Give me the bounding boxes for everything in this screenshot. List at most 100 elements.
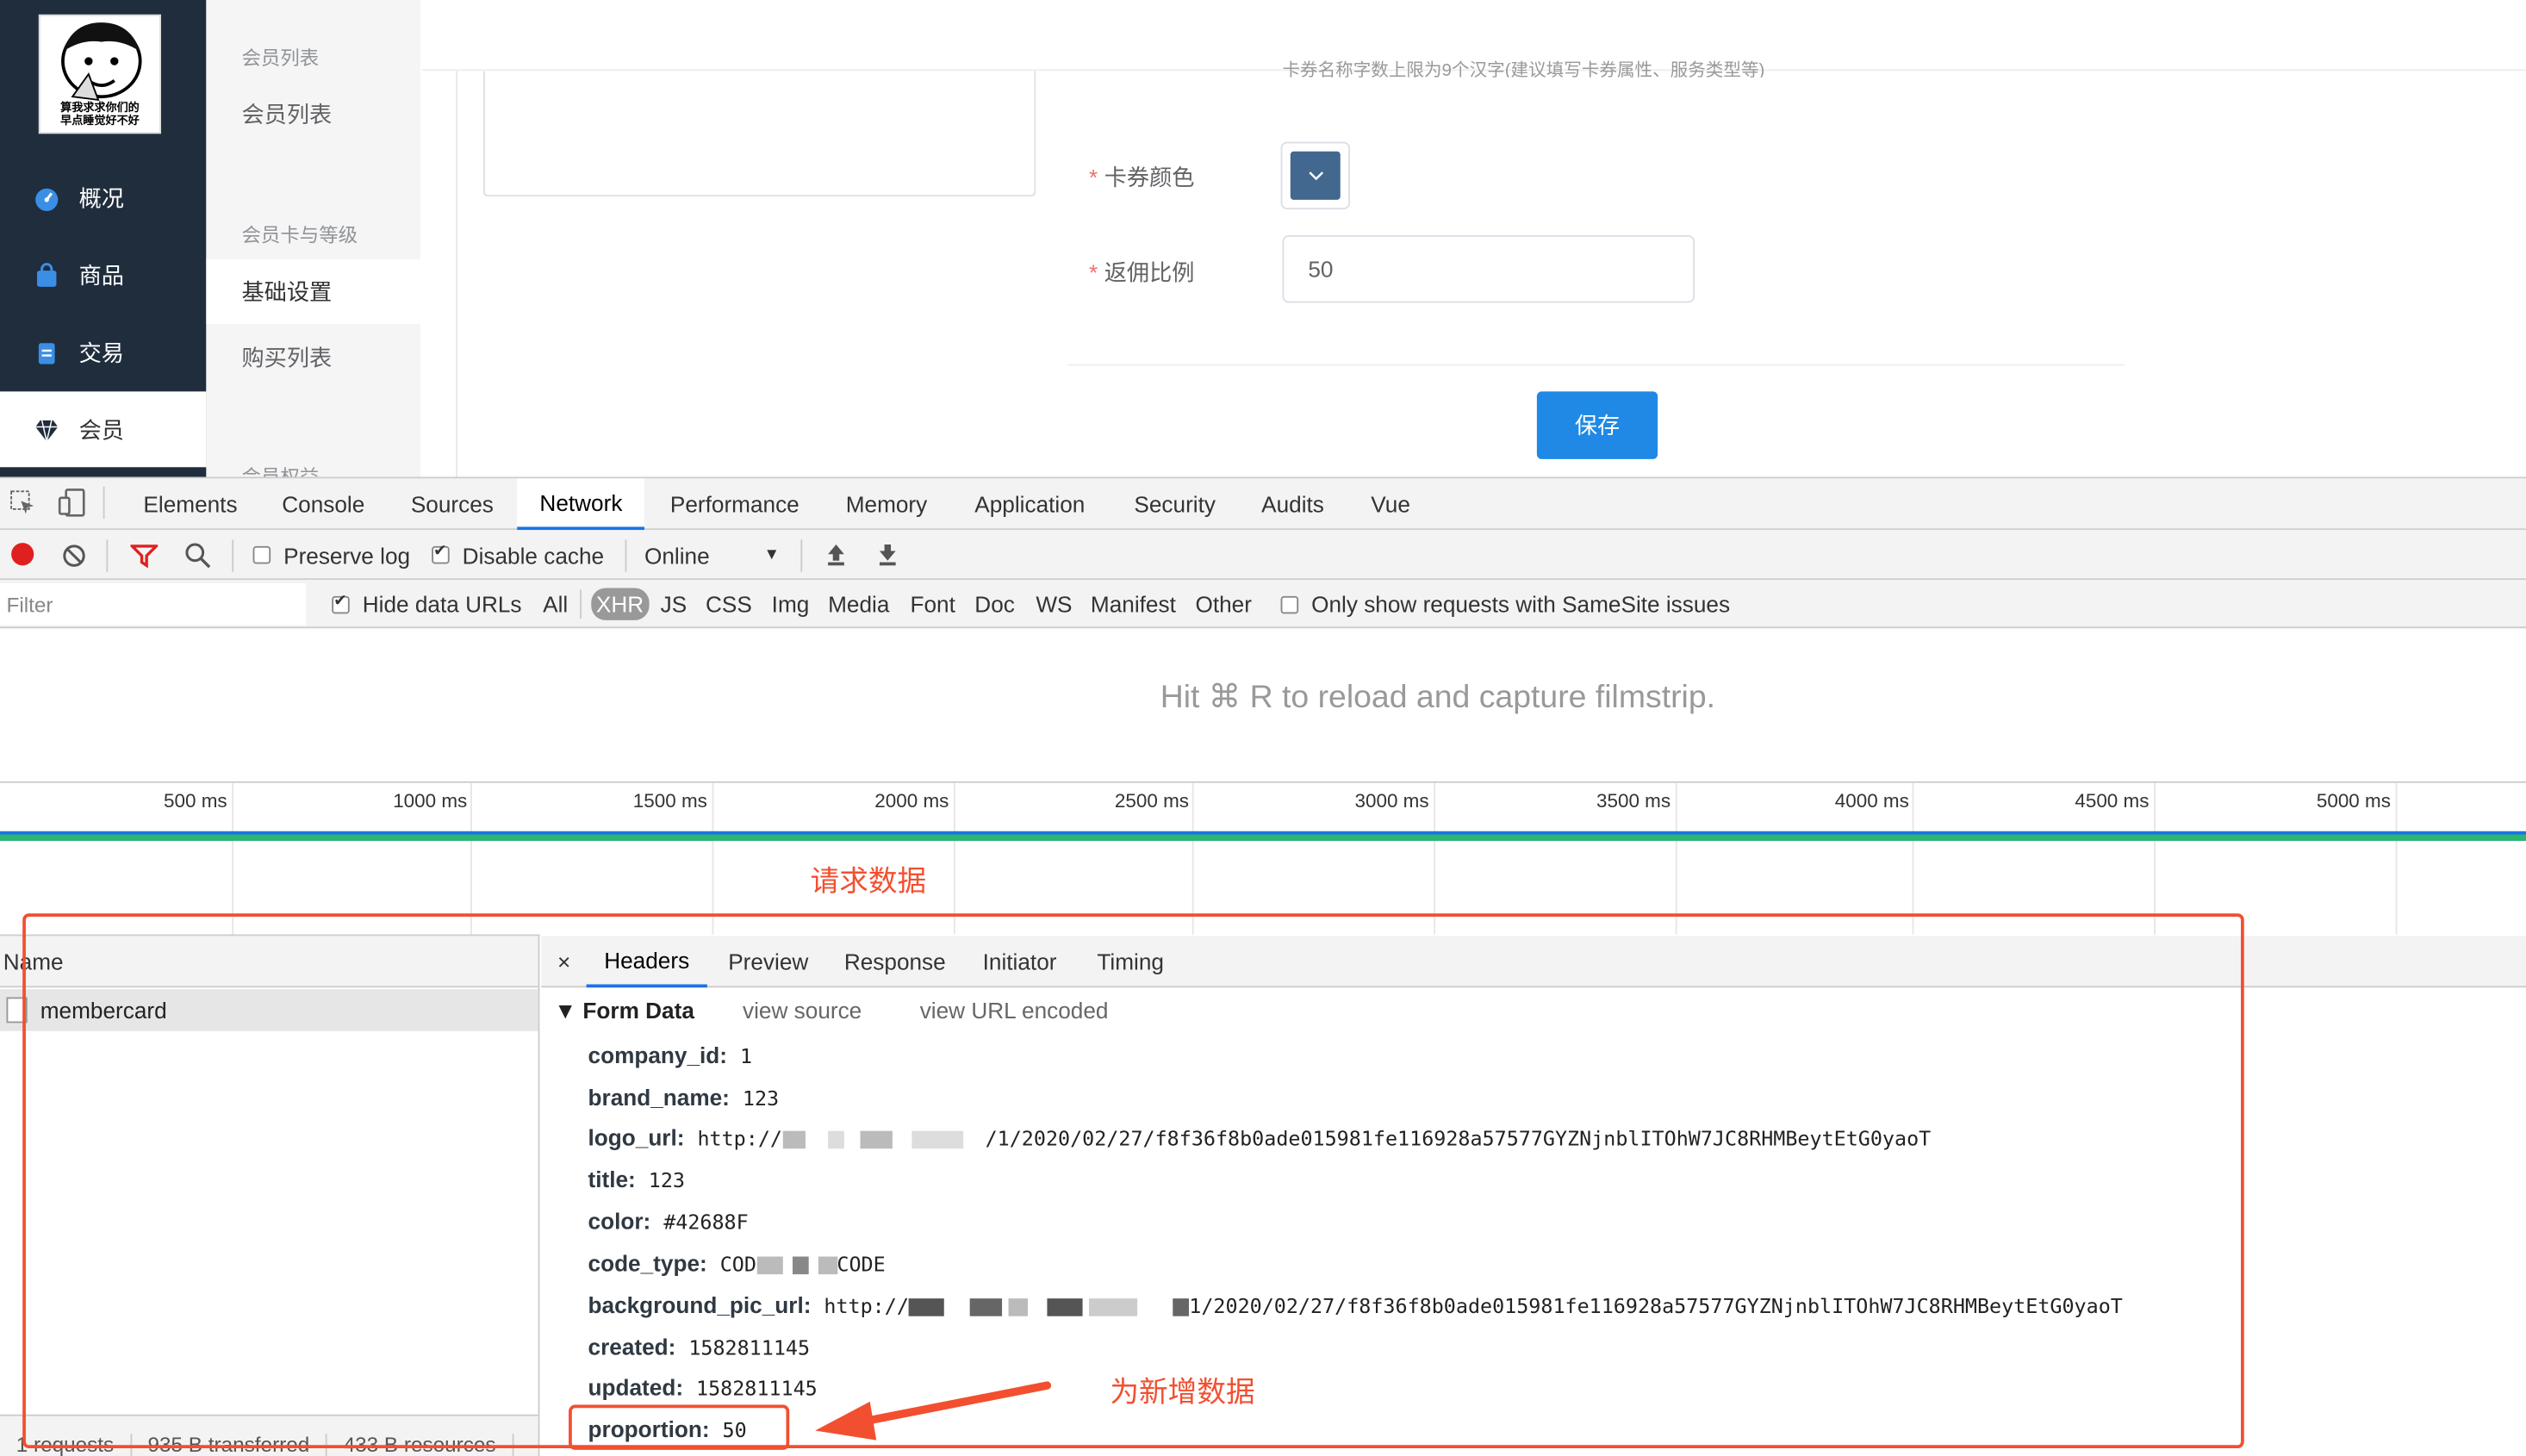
annotation-new-data: 为新增数据 xyxy=(1110,1375,1255,1409)
filmstrip-message: Hit ⌘ R to reload and capture filmstrip. xyxy=(1160,680,1716,716)
nav-item-member[interactable]: 会员 xyxy=(0,391,207,470)
disable-cache-checkbox[interactable]: Disable cache xyxy=(432,530,604,580)
tab-security[interactable]: Security xyxy=(1134,478,1216,530)
filter-type-font[interactable]: Font xyxy=(910,580,955,628)
tab-application[interactable]: Application xyxy=(974,478,1085,530)
device-toolbar-icon[interactable] xyxy=(58,488,87,526)
nav-item-goods[interactable]: 商品 xyxy=(0,237,206,314)
search-icon[interactable] xyxy=(184,541,211,576)
nav-item-trade[interactable]: 交易 xyxy=(0,314,206,392)
timeline-gridline xyxy=(712,782,714,935)
nav-item-label: 商品 xyxy=(78,262,124,289)
field-hint: 卡券名称字数上限为9个汉字(建议填写卡券属性、服务类型等) xyxy=(1282,61,1765,78)
samesite-checkbox[interactable]: Only show requests with SameSite issues xyxy=(1280,580,1730,628)
nav-item-overview[interactable]: 概况 xyxy=(0,159,206,237)
checkbox-icon xyxy=(1280,594,1299,613)
timeline-gridline xyxy=(1912,782,1914,935)
avatar-face-icon xyxy=(61,22,142,102)
filter-type-xhr[interactable]: XHR xyxy=(591,580,649,628)
sidebar-bottom-strip xyxy=(0,467,207,477)
annotation-arrow-icon xyxy=(815,1381,1052,1440)
avatar[interactable]: 算我求求你们的 早点睡觉好不好 xyxy=(38,14,161,134)
tab-console[interactable]: Console xyxy=(282,478,364,530)
timeline-tick: 1500 ms xyxy=(632,789,707,812)
timeline-ruler xyxy=(0,781,2526,783)
timeline-gridline xyxy=(1434,782,1436,935)
filter-type-doc[interactable]: Doc xyxy=(974,580,1015,628)
subnav-group-title: 会员卡与等级 xyxy=(241,223,358,247)
timeline-tick: 3000 ms xyxy=(1354,789,1429,812)
subnav-group-title: 会员列表 xyxy=(241,47,320,70)
toolbar-separator xyxy=(800,539,803,572)
clipboard-icon xyxy=(34,340,59,366)
avatar-caption: 算我求求你们的 早点睡觉好不好 xyxy=(60,103,140,128)
toolbar-separator xyxy=(625,539,627,572)
dashboard-icon xyxy=(34,185,59,211)
throttle-select[interactable]: Online ▼ xyxy=(644,530,780,580)
card-color-label: * 卡券颜色 xyxy=(1089,164,1195,190)
timeline-tick: 2500 ms xyxy=(1114,789,1189,812)
inspect-icon[interactable] xyxy=(9,489,35,523)
annotation-request-box xyxy=(22,913,2244,1449)
timeline-tick: 2000 ms xyxy=(874,789,949,812)
card-color-picker[interactable] xyxy=(1280,141,1350,210)
filter-type-js[interactable]: JS xyxy=(661,580,687,628)
content-divider xyxy=(456,0,458,477)
timeline-gridline xyxy=(2154,782,2156,935)
filter-type-css[interactable]: CSS xyxy=(706,580,752,628)
subnav-item-member-list[interactable]: 会员列表 xyxy=(206,82,420,146)
clear-icon[interactable] xyxy=(61,543,87,576)
tab-memory[interactable]: Memory xyxy=(846,478,928,530)
filter-type-img[interactable]: Img xyxy=(772,580,810,628)
subnav-item-purchase-list[interactable]: 购买列表 xyxy=(206,326,420,390)
checkbox-checked-icon xyxy=(432,543,450,564)
shopping-bag-icon xyxy=(34,263,59,289)
form-divider xyxy=(1067,364,2125,366)
annotation-request-data: 请求数据 xyxy=(810,865,927,898)
tab-sources[interactable]: Sources xyxy=(411,478,494,530)
timeline-gridline xyxy=(1191,782,1194,935)
filter-type-ws[interactable]: WS xyxy=(1036,580,1072,628)
timeline-tick: 500 ms xyxy=(164,789,227,812)
ratio-input[interactable]: 50 xyxy=(1282,235,1695,303)
subnav-item-basic-settings[interactable]: 基础设置 xyxy=(206,259,421,324)
tab-elements[interactable]: Elements xyxy=(143,478,237,530)
filter-type-other[interactable]: Other xyxy=(1195,580,1251,628)
annotation-proportion-box xyxy=(569,1404,790,1450)
save-button[interactable]: 保存 xyxy=(1536,391,1658,459)
preserve-log-checkbox[interactable]: Preserve log xyxy=(252,530,410,580)
checkbox-icon xyxy=(252,545,271,564)
timeline-tick: 4000 ms xyxy=(1834,789,1909,812)
filter-type-all[interactable]: All xyxy=(543,580,568,628)
filter-type-media[interactable]: Media xyxy=(828,580,889,628)
timeline-bar xyxy=(0,831,2526,842)
filter-icon[interactable] xyxy=(128,543,160,576)
toolbar-separator xyxy=(232,539,234,572)
filter-separator xyxy=(580,589,582,619)
tab-vue[interactable]: Vue xyxy=(1371,478,1410,530)
filter-input[interactable]: Filter xyxy=(0,582,307,625)
timeline-tick: 4500 ms xyxy=(2075,789,2150,812)
timeline-gridline xyxy=(1675,782,1677,935)
nav-item-label: 概况 xyxy=(78,185,124,211)
diamond-icon xyxy=(34,417,59,443)
tab-audits[interactable]: Audits xyxy=(1261,478,1324,530)
description-textarea[interactable] xyxy=(482,71,1036,197)
toolbar-separator xyxy=(106,539,109,572)
color-swatch xyxy=(1290,151,1341,200)
import-har-icon[interactable] xyxy=(824,541,849,575)
timeline-gridline xyxy=(2395,782,2398,935)
tab-performance[interactable]: Performance xyxy=(670,478,799,530)
timeline-gridline xyxy=(953,782,955,935)
timeline-tick: 1000 ms xyxy=(393,789,468,812)
subnav-group-title: 会员权益 xyxy=(241,465,320,477)
record-icon[interactable] xyxy=(9,541,35,575)
export-har-icon[interactable] xyxy=(874,541,900,575)
timeline-tick: 3500 ms xyxy=(1596,789,1671,812)
ratio-label: * 返佣比例 xyxy=(1089,259,1195,285)
timeline-tick: 5000 ms xyxy=(2316,789,2391,812)
filter-type-manifest[interactable]: Manifest xyxy=(1091,580,1176,628)
hide-data-urls-checkbox[interactable]: Hide data URLs xyxy=(332,580,522,628)
tab-network[interactable]: Network xyxy=(517,478,645,531)
nav-item-label: 交易 xyxy=(78,339,124,366)
